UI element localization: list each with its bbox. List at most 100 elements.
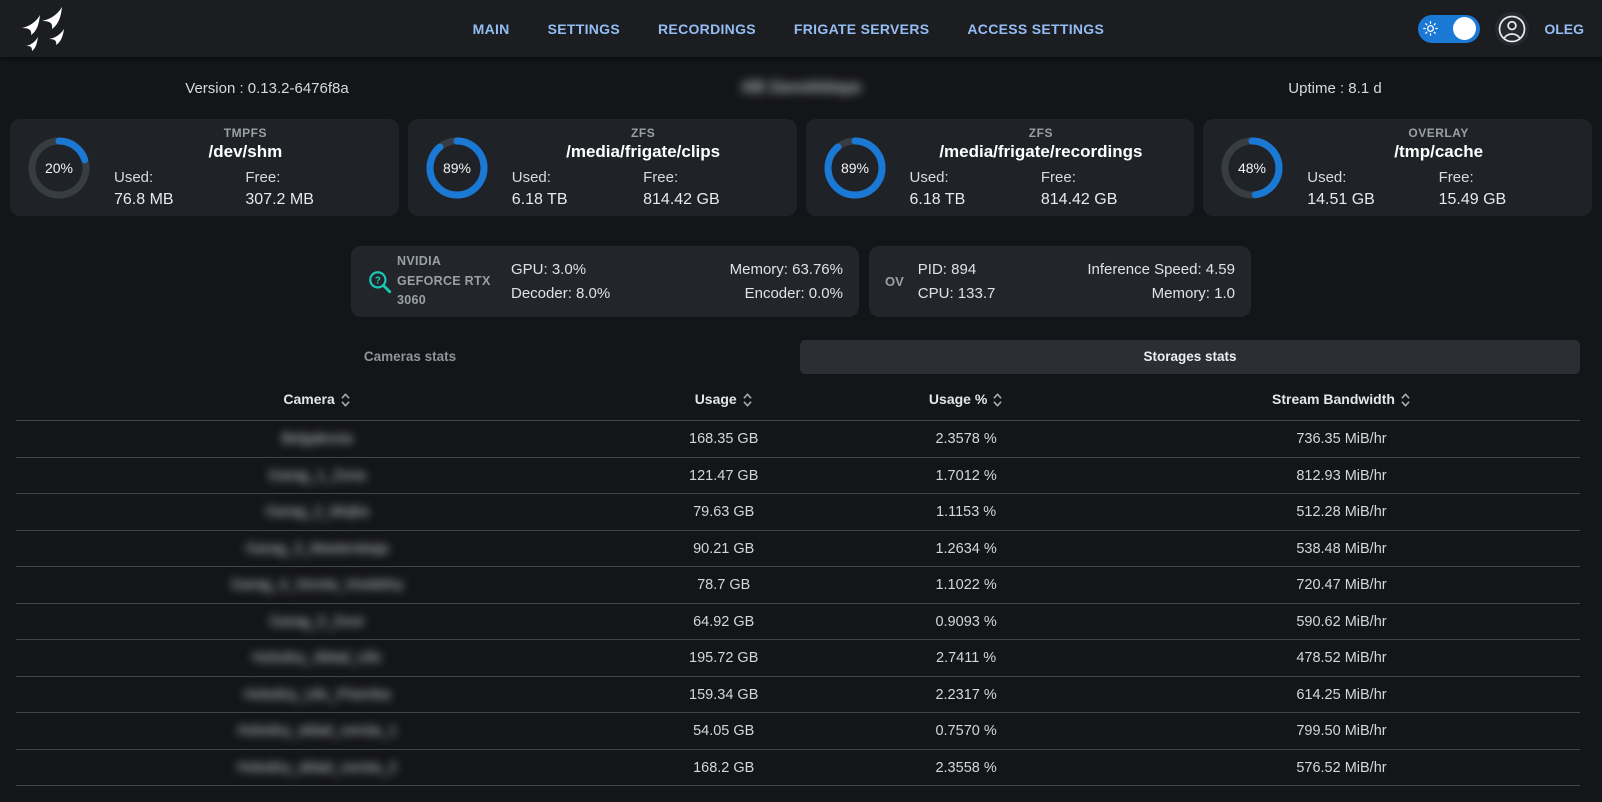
column-header-label: Camera [283, 391, 334, 407]
storage-card: 89% ZFS /media/frigate/recordings Used: … [806, 119, 1195, 216]
usage-cell: 54.05 GB [618, 713, 829, 750]
camera-name-redacted: Holodny_sklad_vorota_1 [237, 723, 397, 739]
free-value: 814.42 GB [643, 191, 774, 209]
bandwidth-cell: 590.62 MiB/hr [1103, 603, 1580, 640]
free-label: Free: [245, 169, 376, 186]
column-header-stream-bandwidth[interactable]: Stream Bandwidth [1103, 378, 1580, 421]
used-label: Used: [910, 169, 1041, 186]
usage-percent-cell: 0.9093 % [829, 603, 1103, 640]
usage-donut: 89% [822, 135, 888, 201]
usage-percent-cell: 1.1153 % [829, 494, 1103, 531]
detector-memory: Memory: 1.0 [1087, 285, 1235, 302]
fs-type-label: ZFS [506, 126, 781, 140]
column-header-camera[interactable]: Camera [16, 378, 618, 421]
donut-percent-label: 89% [443, 160, 471, 176]
fs-type-label: OVERLAY [1301, 126, 1576, 140]
column-header-label: Usage % [929, 391, 987, 407]
sun-icon [1422, 20, 1439, 37]
tab-cameras-stats[interactable]: Cameras stats [20, 340, 800, 374]
bandwidth-cell: 512.28 MiB/hr [1103, 494, 1580, 531]
table-row[interactable]: Garag_4_Vorota_Vositelny 78.7 GB 1.1022 … [16, 567, 1580, 604]
table-row[interactable]: Holodny_Sklad_Ulic 195.72 GB 2.7411 % 47… [16, 640, 1580, 677]
bandwidth-cell: 720.47 MiB/hr [1103, 567, 1580, 604]
donut-percent-label: 48% [1238, 160, 1266, 176]
usage-donut: 89% [424, 135, 490, 201]
gpu-inspect-icon: ? [367, 269, 397, 295]
storage-cards-row: 20% TMPFS /dev/shm Used: Free: 76.8 MB 3… [0, 109, 1602, 216]
free-label: Free: [1041, 169, 1172, 186]
usage-percent-cell: 2.2317 % [829, 676, 1103, 713]
free-value: 307.2 MB [245, 191, 376, 209]
camera-name-redacted: Holodny_sklad_vorota_2 [237, 760, 397, 776]
usage-percent-cell: 2.3558 % [829, 749, 1103, 786]
column-header-usage[interactable]: Usage [618, 378, 829, 421]
free-value: 15.49 GB [1439, 191, 1570, 209]
table-row[interactable]: Holodny_Ulic_Priemka 159.34 GB 2.2317 % … [16, 676, 1580, 713]
tab-storages-stats[interactable]: Storages stats [800, 340, 1580, 374]
camera-cell: Garag_1_Zona [16, 457, 618, 494]
detector-inference-speed: Inference Speed: 4.59 [1087, 261, 1235, 278]
free-label: Free: [643, 169, 774, 186]
usage-donut: 20% [26, 135, 92, 201]
usage-percent-cell: 1.2634 % [829, 530, 1103, 567]
camera-cell: Holodny_sklad_vorota_1 [16, 713, 618, 750]
gpu-usage: GPU: 3.0% [511, 261, 610, 278]
svg-text:?: ? [375, 275, 381, 286]
camera-cell: Holodny_Ulic_Priemka [16, 676, 618, 713]
usage-cell: 79.63 GB [618, 494, 829, 531]
mount-path: /media/frigate/recordings [904, 142, 1179, 162]
usage-cell: 159.34 GB [618, 676, 829, 713]
camera-cell: Garag_3_Masterskaja [16, 530, 618, 567]
table-row[interactable]: Holodny_sklad_vorota_2 168.2 GB 2.3558 %… [16, 749, 1580, 786]
camera-cell: Holodny_sklad_vorota_2 [16, 749, 618, 786]
nav-item-frigate-servers[interactable]: FRIGATE SERVERS [794, 21, 929, 37]
table-row[interactable]: Garag_2_Mojka 79.63 GB 1.1153 % 512.28 M… [16, 494, 1580, 531]
table-row[interactable]: Belgakovia 168.35 GB 2.3578 % 736.35 MiB… [16, 421, 1580, 458]
table-row[interactable]: Garag_1_Zona 121.47 GB 1.7012 % 812.93 M… [16, 457, 1580, 494]
server-name-blurred: AB Zavodskaya [534, 79, 1068, 97]
camera-cell: Garag_2_Mojka [16, 494, 618, 531]
username[interactable]: OLEG [1544, 21, 1584, 37]
bandwidth-cell: 576.52 MiB/hr [1103, 749, 1580, 786]
usage-cell: 195.72 GB [618, 640, 829, 677]
detector-stats-card: OV PID: 894 CPU: 133.7 Inference Speed: … [869, 246, 1251, 317]
used-value: 6.18 TB [512, 191, 643, 209]
nav-item-access-settings[interactable]: ACCESS SETTINGS [967, 21, 1104, 37]
camera-cell: Garag_4_Vorota_Vositelny [16, 567, 618, 604]
storage-card: 48% OVERLAY /tmp/cache Used: Free: 14.51… [1203, 119, 1592, 216]
uptime-label: Uptime : 8.1 d [1068, 80, 1602, 97]
gpu-decoder: Decoder: 8.0% [511, 285, 610, 302]
used-label: Used: [1307, 169, 1438, 186]
toggle-knob [1453, 17, 1476, 40]
table-row[interactable]: Garag_5_Dvor 64.92 GB 0.9093 % 590.62 Mi… [16, 603, 1580, 640]
bandwidth-cell: 812.93 MiB/hr [1103, 457, 1580, 494]
camera-name-redacted: Garag_1_Zona [268, 468, 366, 484]
gpu-encoder: Encoder: 0.0% [730, 285, 843, 302]
column-header-usage-[interactable]: Usage % [829, 378, 1103, 421]
usage-cell: 64.92 GB [618, 603, 829, 640]
version-label: Version : 0.13.2-6476f8a [0, 80, 534, 97]
nav-item-recordings[interactable]: RECORDINGS [658, 21, 756, 37]
camera-name-redacted: Garag_5_Dvor [270, 614, 365, 630]
camera-cell: Garag_5_Dvor [16, 603, 618, 640]
mount-path: /dev/shm [108, 142, 383, 162]
mount-path: /tmp/cache [1301, 142, 1576, 162]
camera-name-redacted: Garag_2_Mojka [265, 504, 368, 520]
nav-item-settings[interactable]: SETTINGS [548, 21, 620, 37]
camera-name-redacted: Holodny_Ulic_Priemka [244, 687, 391, 703]
usage-cell: 168.35 GB [618, 421, 829, 458]
gpu-memory: Memory: 63.76% [730, 261, 843, 278]
free-value: 814.42 GB [1041, 191, 1172, 209]
nav-item-main[interactable]: MAIN [473, 21, 510, 37]
usage-percent-cell: 0.7570 % [829, 713, 1103, 750]
detector-pid: PID: 894 [918, 261, 996, 278]
theme-toggle[interactable] [1418, 15, 1480, 43]
user-avatar-icon[interactable] [1495, 12, 1529, 46]
bandwidth-cell: 614.25 MiB/hr [1103, 676, 1580, 713]
table-row[interactable]: Holodny_sklad_vorota_1 54.05 GB 0.7570 %… [16, 713, 1580, 750]
column-header-label: Usage [695, 391, 737, 407]
table-row[interactable]: Garag_3_Masterskaja 90.21 GB 1.2634 % 53… [16, 530, 1580, 567]
storages-stats-table-wrap: Camera Usage Usage % Stream Bandwidth Belga… [16, 378, 1580, 786]
storage-card: 89% ZFS /media/frigate/clips Used: Free:… [408, 119, 797, 216]
frigate-logo-icon[interactable] [18, 7, 66, 51]
